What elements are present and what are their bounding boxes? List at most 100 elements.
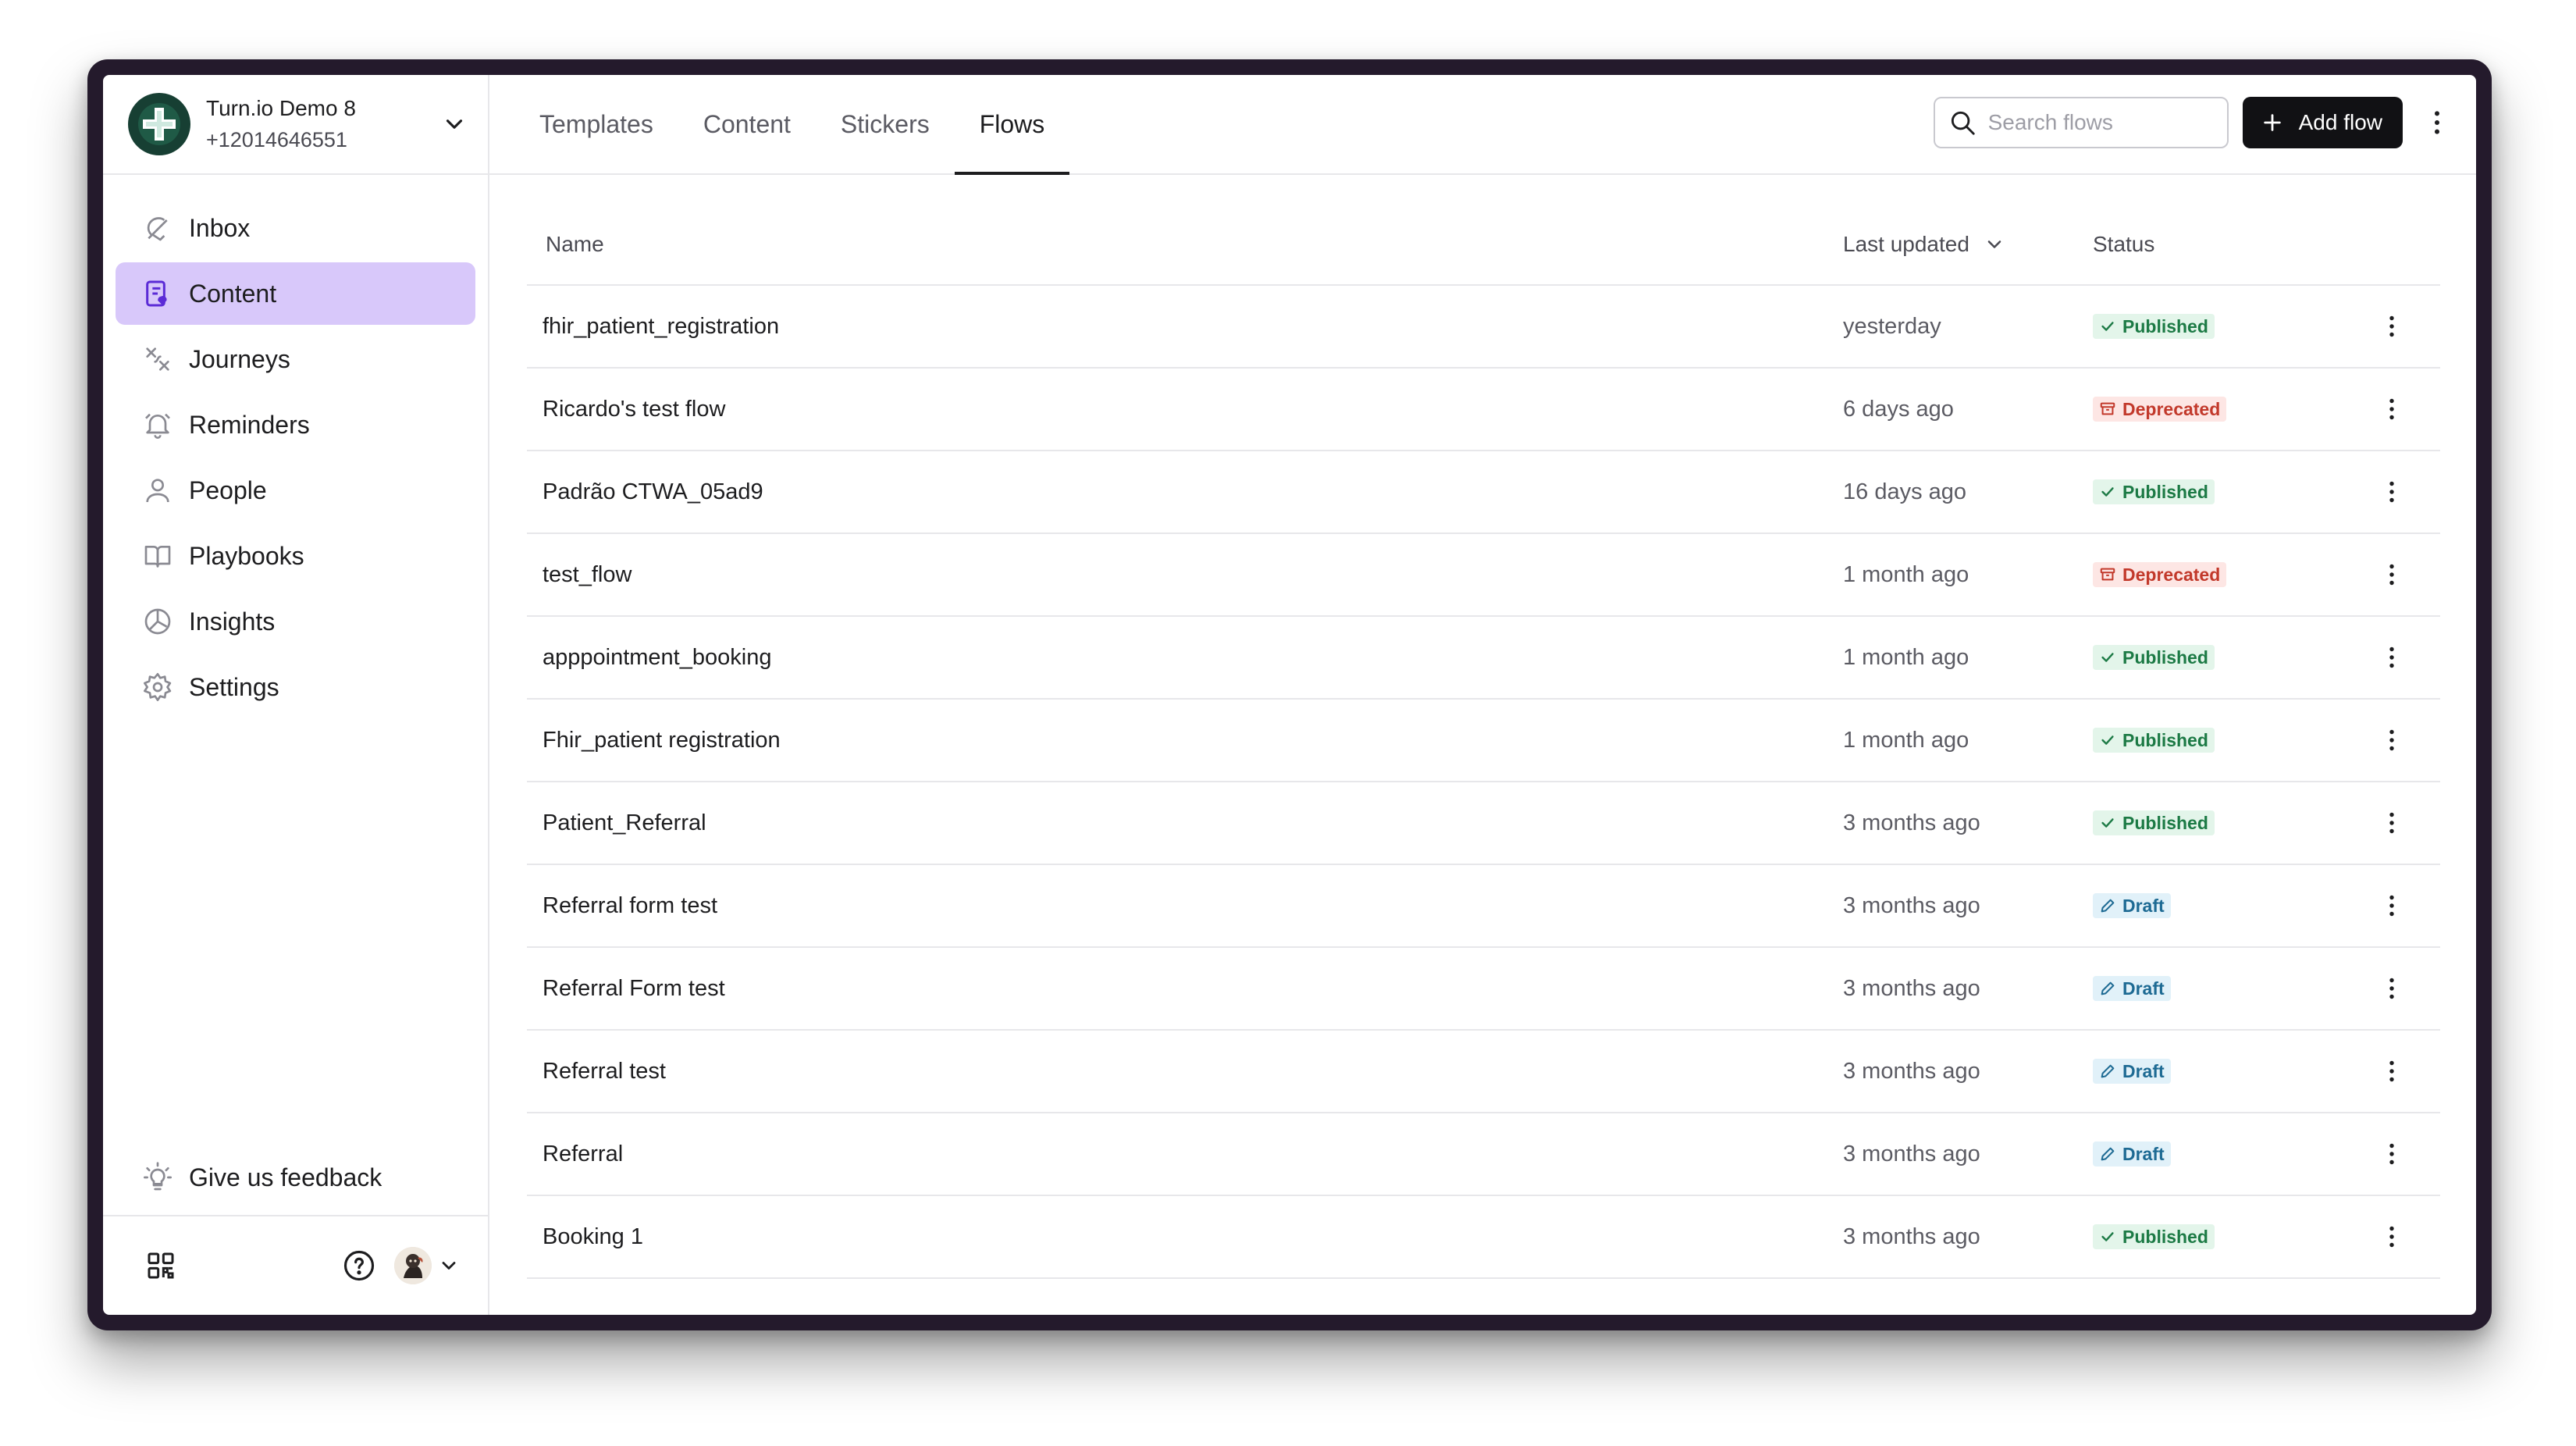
row-more-options-icon[interactable] bbox=[2378, 561, 2406, 589]
sidebar-item-journeys[interactable]: Journeys bbox=[116, 328, 475, 390]
table-row[interactable]: Ricardo's test flow 6 days ago Deprecated bbox=[527, 369, 2440, 451]
flow-name[interactable]: fhir_patient_registration bbox=[527, 314, 1843, 340]
content-icon bbox=[142, 278, 173, 309]
chevron-down-icon[interactable] bbox=[438, 1255, 460, 1277]
table-row[interactable]: Patient_Referral 3 months ago Published bbox=[527, 782, 2440, 865]
sidebar-item-reminders[interactable]: Reminders bbox=[116, 394, 475, 456]
table-row[interactable]: fhir_patient_registration yesterday Publis… bbox=[527, 286, 2440, 369]
flow-name[interactable]: Padrão CTWA_05ad9 bbox=[527, 479, 1843, 505]
status-label: Draft bbox=[2122, 1143, 2165, 1164]
status-badge: Draft bbox=[2093, 893, 2171, 918]
sidebar-item-insights[interactable]: Insights bbox=[116, 590, 475, 653]
flow-name[interactable]: test_flow bbox=[527, 562, 1843, 588]
sidebar-item-settings[interactable]: Settings bbox=[116, 656, 475, 718]
tab-stickers[interactable]: Stickers bbox=[816, 75, 955, 173]
row-more-options-icon[interactable] bbox=[2378, 1057, 2406, 1085]
content-tabs-bar: Templates Content Stickers Flows Add flo… bbox=[489, 75, 2476, 175]
last-updated: 1 month ago bbox=[1843, 727, 1969, 753]
row-more-options-icon[interactable] bbox=[2378, 974, 2406, 1003]
status-label: Published bbox=[2122, 729, 2208, 750]
row-more-options-icon[interactable] bbox=[2378, 809, 2406, 837]
reminders-icon bbox=[142, 409, 173, 440]
add-flow-button[interactable]: Add flow bbox=[2242, 97, 2403, 148]
tab-templates[interactable]: Templates bbox=[514, 75, 678, 173]
pencil-icon bbox=[2101, 899, 2115, 913]
table-row[interactable]: Referral test 3 months ago Draft bbox=[527, 1031, 2440, 1113]
table-row[interactable]: Referral Form test 3 months ago Draft bbox=[527, 948, 2440, 1031]
row-more-options-icon[interactable] bbox=[2378, 892, 2406, 920]
flow-name[interactable]: Ricardo's test flow bbox=[527, 397, 1843, 422]
row-more-options-icon[interactable] bbox=[2378, 395, 2406, 423]
last-updated: 3 months ago bbox=[1843, 1058, 1980, 1084]
row-more-options-icon[interactable] bbox=[2378, 478, 2406, 506]
table-row[interactable]: Booking 13 months ago Published bbox=[527, 1196, 2440, 1279]
last-updated: yesterday bbox=[1843, 313, 1941, 339]
check-icon bbox=[2101, 818, 2114, 828]
sidebar-item-label: Insights bbox=[189, 607, 276, 636]
table-row[interactable]: test_flow 1 month ago Deprecated bbox=[527, 534, 2440, 617]
search-input[interactable] bbox=[1987, 110, 2215, 135]
flow-name[interactable]: Referral form test bbox=[527, 893, 1843, 919]
more-options-icon[interactable] bbox=[2421, 107, 2453, 138]
column-header-status[interactable]: Status bbox=[2093, 232, 2440, 257]
search-box[interactable] bbox=[1933, 97, 2229, 148]
person-icon bbox=[142, 475, 173, 506]
flow-name[interactable]: Referral Form test bbox=[527, 976, 1843, 1002]
status-label: Published bbox=[2122, 646, 2208, 668]
last-updated: 3 months ago bbox=[1843, 975, 1980, 1001]
status-badge: Deprecated bbox=[2093, 562, 2227, 587]
last-updated: 3 months ago bbox=[1843, 1141, 1980, 1166]
sidebar-item-people[interactable]: People bbox=[116, 459, 475, 522]
table-body: fhir_patient_registration yesterday Publis… bbox=[527, 286, 2440, 1279]
table-row[interactable]: apppointment_booking 1 month ago Published bbox=[527, 617, 2440, 700]
table-row[interactable]: Referral 3 months ago Draft bbox=[527, 1113, 2440, 1196]
row-more-options-icon[interactable] bbox=[2378, 1140, 2406, 1168]
row-more-options-icon[interactable] bbox=[2378, 312, 2406, 340]
row-more-options-icon[interactable] bbox=[2378, 1223, 2406, 1251]
toolbar: Add flow bbox=[1933, 97, 2453, 148]
flow-name[interactable]: Referral bbox=[527, 1141, 1843, 1167]
status-badge: Draft bbox=[2093, 976, 2171, 1001]
row-more-options-icon[interactable] bbox=[2378, 726, 2406, 754]
status-badge: Published bbox=[2093, 645, 2215, 670]
app-window: Turn.io Demo 8 +12014646551 Inbox Conten… bbox=[103, 75, 2476, 1315]
status-badge: Published bbox=[2093, 479, 2215, 504]
tab-content[interactable]: Content bbox=[678, 75, 816, 173]
last-updated: 3 months ago bbox=[1843, 1223, 1980, 1249]
check-icon bbox=[2101, 653, 2114, 662]
tab-flows[interactable]: Flows bbox=[954, 75, 1070, 175]
flow-name[interactable]: apppointment_booking bbox=[527, 645, 1843, 671]
flow-name[interactable]: Referral test bbox=[527, 1059, 1843, 1084]
feedback-link[interactable]: Give us feedback bbox=[116, 1146, 475, 1209]
column-header-last-updated[interactable]: Last updated bbox=[1843, 232, 2093, 257]
sidebar-item-label: Reminders bbox=[189, 410, 310, 439]
flow-name[interactable]: Fhir_patient registration bbox=[527, 728, 1843, 753]
account-switcher[interactable]: Turn.io Demo 8 +12014646551 bbox=[103, 75, 488, 175]
flow-name[interactable]: Patient_Referral bbox=[527, 810, 1843, 836]
avatar[interactable] bbox=[394, 1247, 432, 1284]
sidebar-item-inbox[interactable]: Inbox bbox=[116, 197, 475, 259]
help-icon[interactable] bbox=[343, 1249, 375, 1282]
chevron-down-icon[interactable] bbox=[441, 111, 468, 137]
table-row[interactable]: Fhir_patient registration 1 month ago Publ… bbox=[527, 700, 2440, 782]
status-label: Published bbox=[2122, 481, 2208, 502]
column-header-name[interactable]: Name bbox=[527, 232, 1843, 257]
pencil-icon bbox=[2101, 1147, 2115, 1161]
lightbulb-icon bbox=[144, 1162, 173, 1191]
row-more-options-icon[interactable] bbox=[2378, 643, 2406, 671]
gear-icon bbox=[142, 671, 173, 703]
insights-icon bbox=[142, 606, 173, 637]
last-updated: 16 days ago bbox=[1843, 479, 1967, 504]
table-row[interactable]: Padrão CTWA_05ad9 16 days ago Published bbox=[527, 451, 2440, 534]
table-row[interactable]: Referral form test 3 months ago Draft bbox=[527, 865, 2440, 948]
status-label: Published bbox=[2122, 1226, 2208, 1247]
plus-icon bbox=[2263, 114, 2281, 131]
status-badge: Draft bbox=[2093, 1059, 2171, 1084]
qr-code-icon[interactable] bbox=[145, 1250, 176, 1281]
sidebar-item-playbooks[interactable]: Playbooks bbox=[116, 525, 475, 587]
account-phone: +12014646551 bbox=[206, 128, 347, 151]
last-updated: 1 month ago bbox=[1843, 644, 1969, 670]
flow-name[interactable]: Booking 1 bbox=[527, 1224, 1843, 1250]
sidebar-item-content[interactable]: Content bbox=[116, 262, 475, 325]
column-header-label: Last updated bbox=[1843, 232, 1969, 256]
